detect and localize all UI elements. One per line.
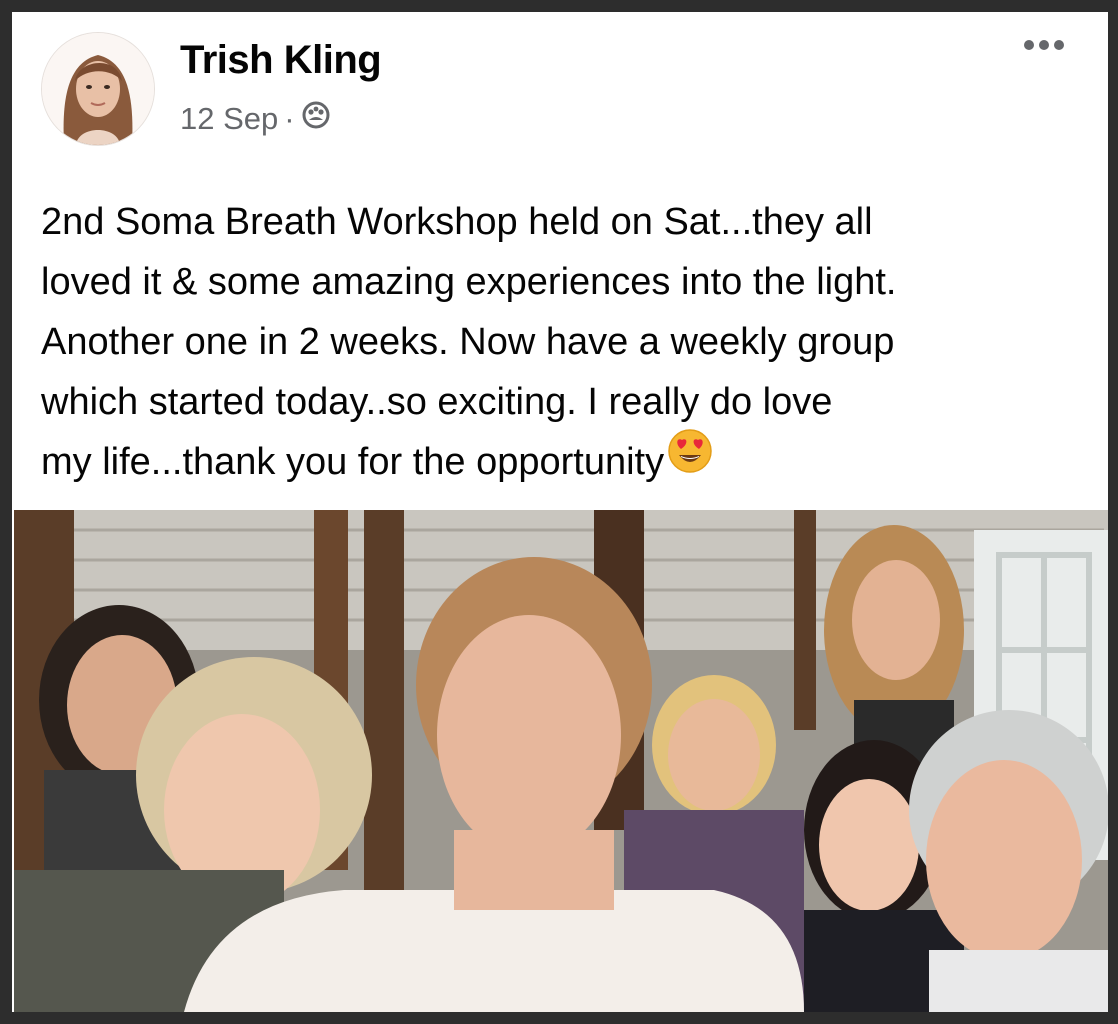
- avatar-image: [42, 33, 154, 145]
- more-options-button[interactable]: [1024, 40, 1064, 50]
- heart-eyes-emoji-icon: [666, 427, 714, 493]
- post-card: Trish Kling 12 Sep · 2nd Soma Breath Wor…: [12, 12, 1108, 1012]
- window-frame: Trish Kling 12 Sep · 2nd Soma Breath Wor…: [0, 0, 1118, 1024]
- more-dot-icon: [1039, 40, 1049, 50]
- post-text: 2nd Soma Breath Workshop held on Sat...t…: [41, 192, 1091, 493]
- group-selfie-photo[interactable]: [14, 510, 1108, 1012]
- post-date[interactable]: 12 Sep: [180, 101, 278, 137]
- meta-separator: ·: [284, 101, 295, 136]
- post-meta: 12 Sep ·: [180, 100, 331, 138]
- photo-image: [14, 510, 1108, 1012]
- post-body: 2nd Soma Breath Workshop held on Sat...t…: [41, 201, 897, 483]
- more-dot-icon: [1024, 40, 1034, 50]
- author-avatar[interactable]: [41, 32, 155, 146]
- more-dot-icon: [1054, 40, 1064, 50]
- friends-icon[interactable]: [301, 100, 331, 138]
- author-name[interactable]: Trish Kling: [180, 38, 382, 83]
